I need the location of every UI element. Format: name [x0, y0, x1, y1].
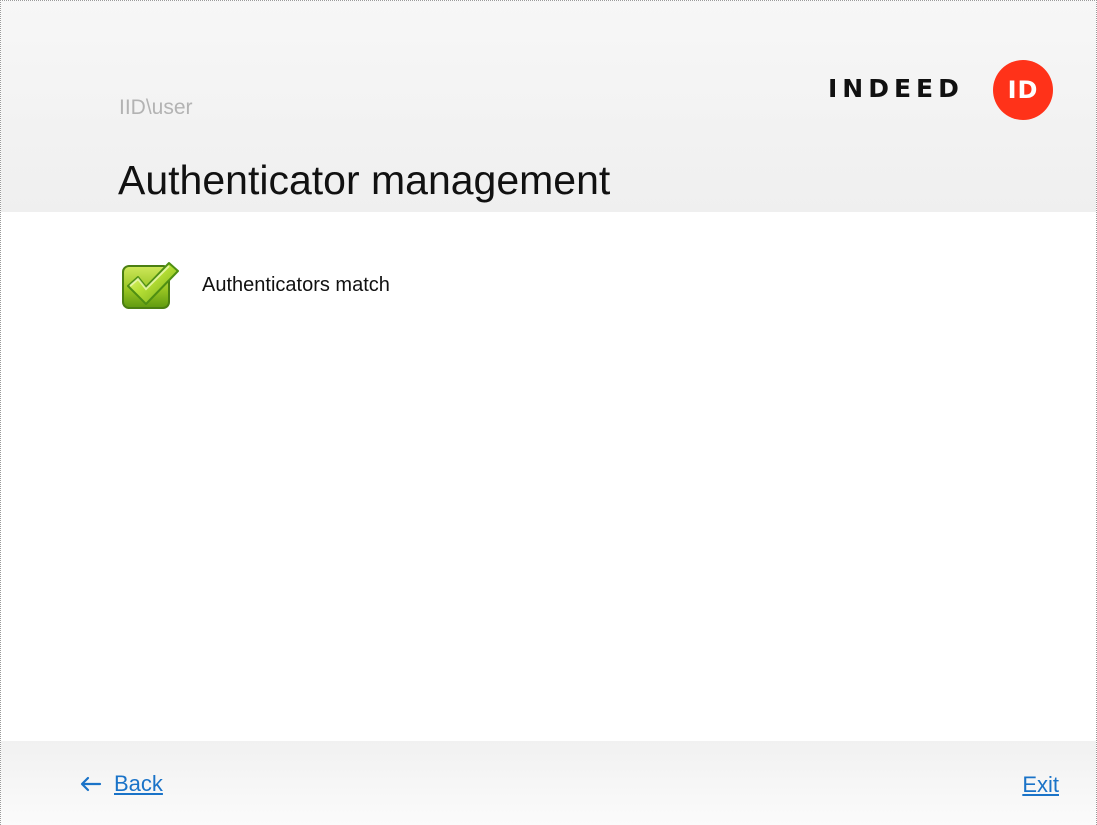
page-header: IID\user Authenticator management INDEED… [1, 1, 1096, 212]
brand-badge-text: ID [1007, 76, 1039, 104]
footer-navigation: Back Exit [1, 741, 1096, 825]
brand-id-badge: ID [993, 60, 1053, 120]
back-link[interactable]: Back [80, 773, 163, 795]
main-content: Authenticators match [1, 212, 1096, 742]
indeed-id-logo: INDEED ID [828, 60, 1053, 120]
exit-link-label: Exit [1022, 772, 1059, 797]
back-arrow-icon [80, 776, 102, 792]
back-link-label: Back [114, 771, 163, 796]
exit-link[interactable]: Exit [1022, 774, 1059, 797]
authenticator-management-window: IID\user Authenticator management INDEED… [0, 0, 1097, 825]
checkmark-icon [122, 262, 179, 309]
authenticator-status: Authenticators match [121, 259, 390, 311]
page-title: Authenticator management [118, 157, 611, 204]
user-label: IID\user [119, 96, 193, 119]
status-message: Authenticators match [202, 274, 390, 296]
brand-wordmark: INDEED [828, 74, 964, 103]
